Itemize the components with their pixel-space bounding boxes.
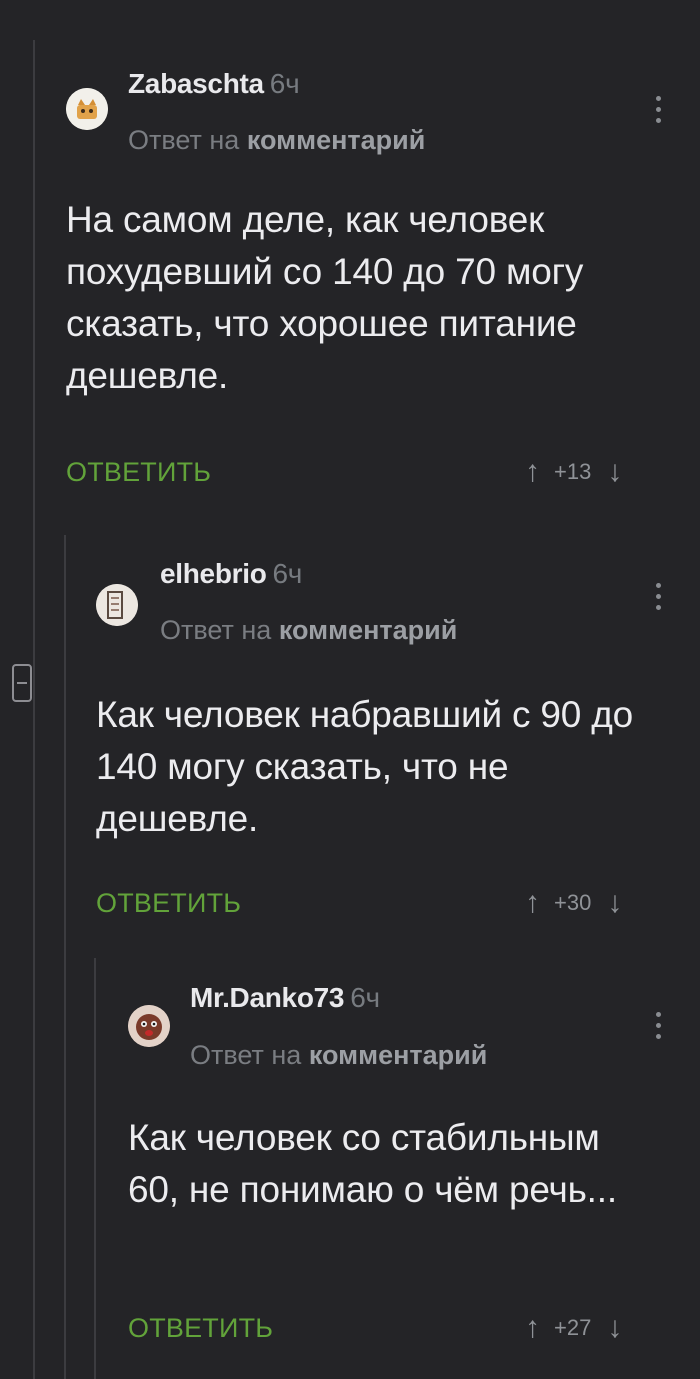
avatar-face-icon: [128, 1005, 170, 1047]
comment-author[interactable]: Zabaschta 6ч: [128, 68, 300, 100]
vote-controls: ↑ +27 ↓: [525, 1311, 622, 1345]
downvote-icon[interactable]: ↓: [607, 886, 622, 920]
rating-score: +13: [554, 459, 592, 484]
comment-text: Как человек набравший с 90 до 140 могу с…: [96, 694, 633, 839]
author-name[interactable]: Zabaschta: [128, 68, 264, 99]
rating-score: +27: [554, 1315, 592, 1340]
collapse-thread-button[interactable]: [12, 664, 32, 702]
thread-line-level-2: [64, 535, 66, 1379]
avatar[interactable]: [128, 1005, 170, 1047]
thread-line-level-1: [33, 40, 35, 1379]
reply-prefix: Ответ на: [160, 615, 272, 645]
downvote-icon[interactable]: ↓: [607, 455, 622, 489]
avatar-cat-icon: [66, 88, 108, 130]
reply-to-line: Ответ на комментарий: [190, 1040, 487, 1071]
reply-target-link[interactable]: комментарий: [247, 125, 426, 155]
reply-to-line: Ответ на комментарий: [128, 125, 425, 156]
comment-text: На самом деле, как человек похудевший со…: [66, 199, 584, 396]
reply-to-line: Ответ на комментарий: [160, 615, 457, 646]
upvote-icon[interactable]: ↑: [525, 1311, 540, 1345]
downvote-icon[interactable]: ↓: [607, 1311, 622, 1345]
comment-text: Как человек со стабильным 60, не понимаю…: [128, 1117, 617, 1210]
reply-target-link[interactable]: комментарий: [309, 1040, 488, 1070]
comment-author[interactable]: elhebrio 6ч: [160, 558, 302, 590]
reply-button[interactable]: ОТВЕТИТЬ: [96, 888, 241, 919]
reply-button[interactable]: ОТВЕТИТЬ: [66, 457, 211, 488]
vote-controls: ↑ +13 ↓: [525, 455, 622, 489]
comment-time: 6ч: [350, 982, 380, 1013]
more-options-icon[interactable]: [655, 583, 661, 613]
avatar-sketch-icon: [96, 584, 138, 626]
thread-line-level-3: [94, 958, 96, 1379]
rating-score: +30: [554, 890, 592, 915]
avatar[interactable]: [96, 584, 138, 626]
reply-button[interactable]: ОТВЕТИТЬ: [128, 1313, 273, 1344]
more-options-icon[interactable]: [655, 96, 661, 126]
comment-time: 6ч: [272, 558, 303, 589]
reply-prefix: Ответ на: [128, 125, 240, 155]
vote-controls: ↑ +30 ↓: [525, 886, 622, 920]
avatar[interactable]: [66, 88, 108, 130]
comment-author[interactable]: Mr.Danko73 6ч: [190, 982, 380, 1014]
more-options-icon[interactable]: [655, 1012, 661, 1042]
reply-prefix: Ответ на: [190, 1040, 302, 1070]
upvote-icon[interactable]: ↑: [525, 886, 540, 920]
reply-target-link[interactable]: комментарий: [279, 615, 458, 645]
author-name[interactable]: elhebrio: [160, 558, 267, 589]
upvote-icon[interactable]: ↑: [525, 455, 540, 489]
author-name[interactable]: Mr.Danko73: [190, 982, 344, 1013]
comment-time: 6ч: [269, 68, 300, 99]
